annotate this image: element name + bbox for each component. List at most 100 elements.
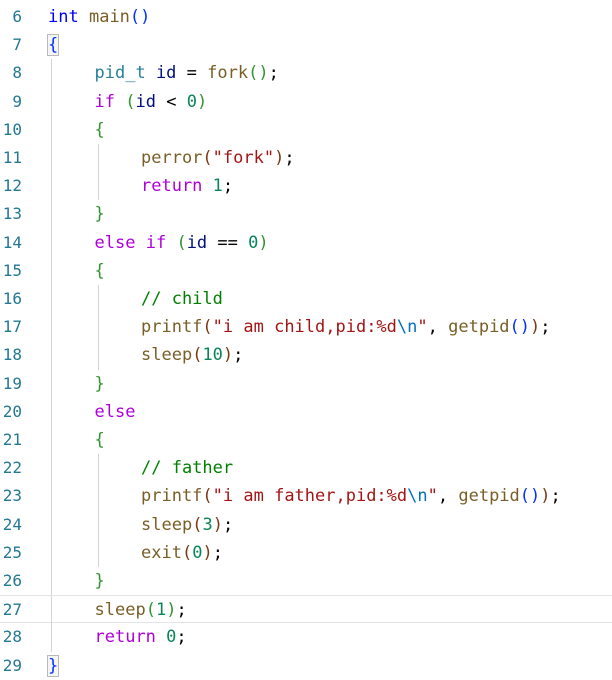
code-line[interactable]: 20 else: [0, 397, 612, 426]
code-line[interactable]: 12 return 1;: [0, 172, 612, 201]
code-text: int main(): [48, 3, 150, 31]
code-text: }: [46, 652, 60, 680]
code-line[interactable]: 15 {: [0, 256, 612, 285]
paren3-token: (: [192, 345, 203, 366]
code-text: pid_t id = fork();: [95, 59, 279, 87]
code-line[interactable]: 10 {: [0, 115, 612, 144]
plain-token: ;: [176, 627, 187, 648]
code-text: }: [95, 567, 105, 595]
code-line[interactable]: 6 int main(): [0, 3, 612, 31]
code-line[interactable]: 26}: [0, 567, 612, 596]
paren2-token: (: [145, 600, 156, 621]
code-line[interactable]: 24 sleep(3);: [0, 510, 612, 539]
code-line[interactable]: 9 if (id < 0): [0, 87, 612, 116]
code-text: {: [95, 426, 105, 454]
plain-token: ;: [222, 514, 234, 535]
paren2-token: {: [94, 430, 105, 450]
paren3-token: (: [202, 486, 213, 507]
code-editor[interactable]: 6 int main() 7{8 pid_t id = fork(); 9 if (id …: [0, 0, 612, 677]
code-line[interactable]: 19}: [0, 369, 612, 398]
control-token: else: [94, 232, 136, 253]
indent-guide: [51, 538, 52, 567]
code-line[interactable]: 8 pid_t id = fork();: [0, 59, 612, 88]
line-number: 20: [2, 401, 22, 421]
operator-token: ==: [207, 232, 249, 253]
function-token: fork: [207, 63, 249, 84]
indent-guide: [51, 59, 52, 88]
function-token: sleep: [141, 345, 193, 366]
plain-token: ,: [437, 486, 459, 507]
function-token: main: [88, 7, 130, 27]
string-token: "i am father,pid:%d: [212, 486, 408, 507]
line-number: 10: [2, 119, 22, 139]
code-text: {: [95, 116, 105, 144]
line-number: 14: [2, 232, 22, 252]
code-text: {: [95, 257, 105, 285]
number-token: 10: [202, 345, 223, 366]
code-line[interactable]: 21 {: [0, 426, 612, 455]
code-text: else if (id == 0): [95, 229, 269, 257]
code-line[interactable]: 29}: [0, 652, 612, 680]
plain-token: ;: [550, 486, 561, 507]
indent-guide: [51, 369, 52, 398]
code-text: if (id < 0): [95, 88, 208, 116]
line-number: 12: [2, 176, 22, 196]
code-line[interactable]: 11 perror("fork");: [0, 144, 612, 173]
code-text: sleep(10);: [141, 341, 243, 369]
plain-token: ;: [233, 345, 244, 366]
code-text: perror("fork");: [141, 144, 295, 172]
code-line[interactable]: 23 printf("i am father,pid:%d\n", getpid(…: [0, 482, 612, 511]
code-line[interactable]: 16 // child: [0, 285, 612, 314]
paren3-token: (: [192, 514, 203, 535]
line-number: 29: [2, 655, 22, 675]
paren3-token: ): [202, 542, 213, 563]
indent-guide: [51, 596, 52, 625]
paren3-token: (: [202, 317, 213, 338]
line-number: 13: [2, 204, 22, 224]
indent-guide: [97, 482, 99, 511]
plain-token: ;: [540, 317, 551, 338]
paren1-token: (): [509, 317, 531, 338]
line-number: 25: [2, 542, 22, 562]
string-token: "i am child,pid:%d: [212, 317, 397, 338]
plain-token: ;: [222, 176, 234, 197]
indent-guide: [51, 623, 52, 652]
function-token: getpid: [448, 317, 510, 338]
indent-guide: [97, 454, 99, 483]
number-token: 0: [192, 542, 203, 563]
type-token: pid_t: [94, 63, 146, 84]
plain-token: ;: [176, 600, 187, 621]
line-number: 24: [2, 514, 22, 534]
indent-guide: [51, 482, 52, 511]
line-number: 9: [12, 91, 22, 111]
code-line[interactable]: 28 return 0;: [0, 623, 612, 652]
code-text: printf("i am child,pid:%d\n", getpid());: [141, 313, 551, 341]
code-text: else: [95, 398, 136, 426]
code-text: }: [95, 370, 105, 398]
code-line[interactable]: 25 exit(0);: [0, 538, 612, 567]
indent-guide: [97, 285, 99, 314]
code-text: // child: [141, 285, 223, 313]
current-code-line[interactable]: 27 sleep(1);: [0, 595, 612, 625]
code-line[interactable]: 17 printf("i am child,pid:%d\n", getpid()…: [0, 313, 612, 342]
line-number: 18: [2, 345, 22, 365]
code-line[interactable]: 13}: [0, 200, 612, 229]
number-token: 0: [166, 627, 177, 648]
indent-guide: [51, 200, 52, 229]
code-line[interactable]: 22 // father: [0, 454, 612, 483]
code-line[interactable]: 14 else if (id == 0): [0, 228, 612, 257]
paren1-token: }: [46, 654, 60, 677]
line-number: 7: [12, 35, 22, 55]
indent-guide: [51, 87, 52, 116]
number-token: 0: [248, 232, 259, 253]
indent-guide: [51, 256, 52, 285]
code-line[interactable]: 18 sleep(10);: [0, 341, 612, 370]
line-number: 16: [2, 289, 22, 308]
paren3-token: (: [181, 542, 193, 563]
line-number: 28: [2, 627, 22, 647]
indent-guide: [51, 172, 52, 201]
number-token: 0: [186, 91, 197, 112]
code-line[interactable]: 7{: [0, 31, 612, 59]
